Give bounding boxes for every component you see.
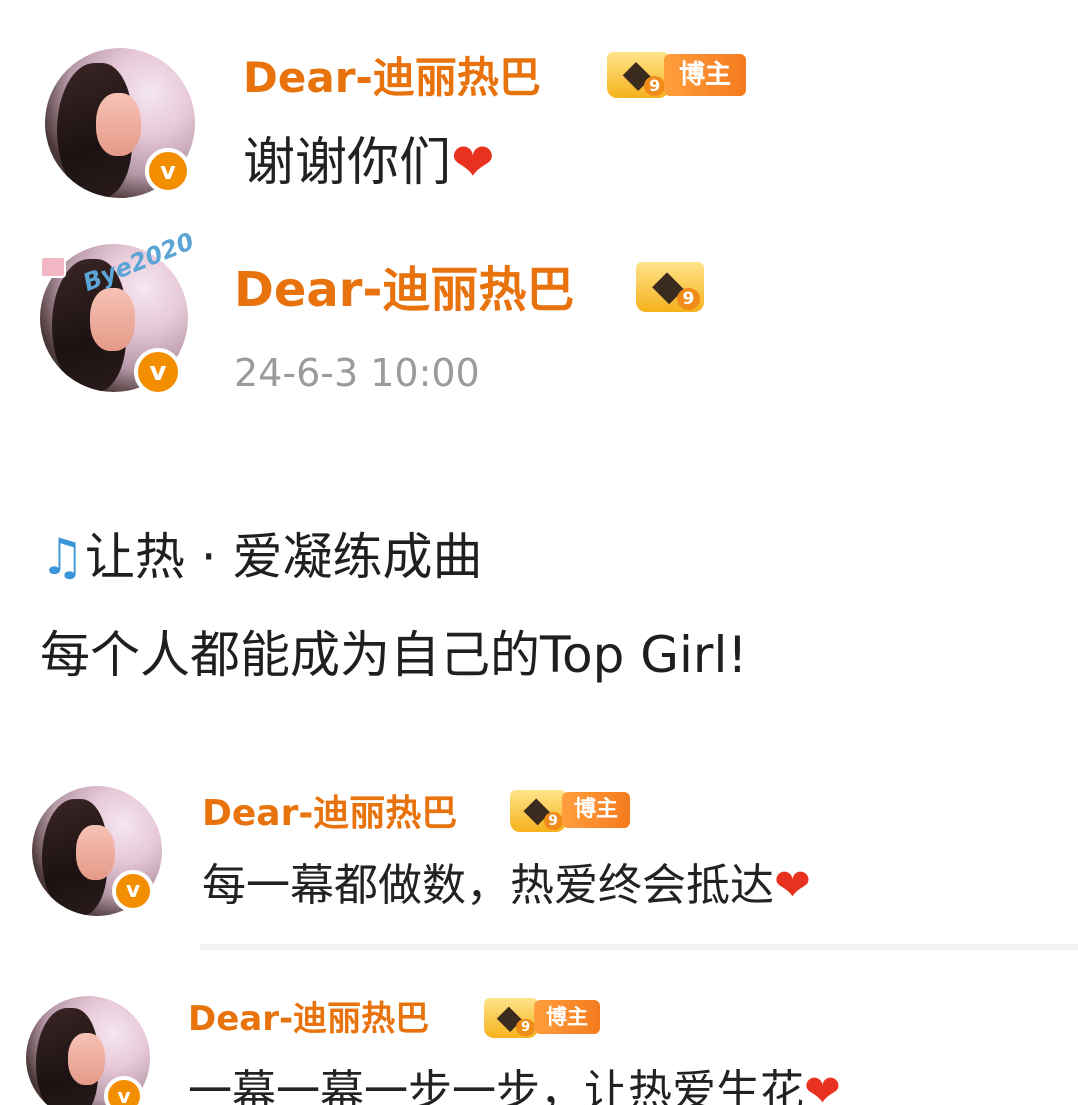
- crown-level-number: 9: [676, 288, 700, 310]
- heart-icon: ❤: [451, 133, 495, 193]
- comment-text-content: 谢谢你们: [243, 133, 452, 193]
- crown-level-number: 9: [543, 811, 563, 831]
- username[interactable]: Dear-迪丽热巴: [202, 790, 457, 838]
- post-line-1: ♫让热 · 爱凝练成曲: [40, 522, 483, 592]
- crown-level-icon: 9: [636, 262, 704, 312]
- crown-level-number: 9: [644, 75, 666, 97]
- crown-level-icon: 9: [484, 998, 538, 1038]
- verified-badge-icon: v: [104, 1076, 144, 1105]
- post-header: Bye2020 v Dear-迪丽热巴 9 24-6-3 10:00: [0, 220, 1078, 420]
- comment-text: 谢谢你们❤: [243, 128, 495, 198]
- comment-item-2: v Dear-迪丽热巴 9 博主 每一幕都做数，热爱终会抵达❤: [0, 770, 1078, 940]
- camera-icon: [40, 256, 66, 278]
- post-line-2: 每个人都能成为自己的Top Girl!: [40, 626, 748, 684]
- comment-item-1: v Dear-迪丽热巴 9 博主 谢谢你们❤: [0, 0, 1078, 220]
- comment-text-content: 每一幕都做数，热爱终会抵达: [202, 860, 774, 911]
- post-timestamp: 24-6-3 10:00: [234, 351, 480, 395]
- avatar-face: [90, 288, 135, 351]
- verified-badge-icon: v: [112, 870, 154, 912]
- avatar-face: [76, 825, 116, 880]
- verified-badge-icon: v: [145, 148, 191, 194]
- divider: [200, 944, 1078, 950]
- heart-icon: ❤: [804, 1066, 841, 1105]
- comment-text-content: 一幕一幕一步一步，让热爱生花: [188, 1066, 804, 1105]
- comment-text: 一幕一幕一步一步，让热爱生花❤: [188, 1062, 841, 1105]
- post-line-1-text: 让热 · 爱凝练成曲: [84, 528, 483, 586]
- crown-level-icon: 9: [510, 790, 566, 832]
- crown-level-number: 9: [516, 1018, 535, 1037]
- crown-level-icon: 9: [607, 52, 669, 98]
- blogger-tag: 博主: [664, 54, 746, 96]
- comment-item-3: v Dear-迪丽热巴 9 博主 一幕一幕一步一步，让热爱生花❤: [0, 980, 1078, 1105]
- music-note-icon: ♫: [40, 528, 85, 586]
- avatar-face: [96, 93, 141, 156]
- username[interactable]: Dear-迪丽热巴: [234, 258, 574, 322]
- avatar-face: [68, 1033, 106, 1086]
- comment-text: 每一幕都做数，热爱终会抵达❤: [202, 856, 811, 916]
- heart-icon: ❤: [774, 860, 811, 911]
- username[interactable]: Dear-迪丽热巴: [243, 50, 541, 106]
- blogger-tag: 博主: [534, 1000, 600, 1034]
- username[interactable]: Dear-迪丽热巴: [188, 996, 429, 1042]
- verified-badge-icon: v: [134, 348, 182, 396]
- blogger-tag: 博主: [562, 792, 630, 828]
